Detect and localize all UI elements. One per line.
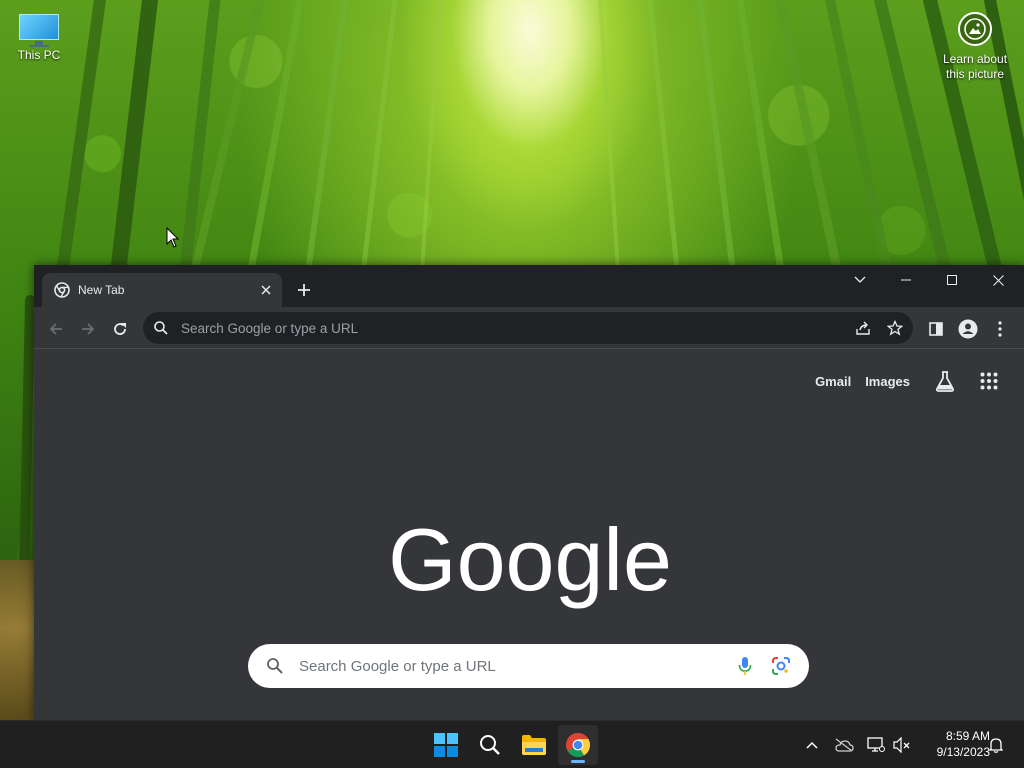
close-window-button[interactable] xyxy=(975,265,1021,295)
volume-tray-icon[interactable] xyxy=(890,733,914,757)
search-icon xyxy=(267,658,283,674)
chevron-down-icon xyxy=(854,276,866,283)
tab-close-icon[interactable] xyxy=(256,280,276,300)
network-icon xyxy=(867,737,885,752)
new-tab-button[interactable] xyxy=(292,278,316,302)
volume-muted-icon xyxy=(893,737,910,753)
side-panel-button[interactable] xyxy=(922,315,950,343)
back-button[interactable] xyxy=(42,315,70,343)
cloud-offline-icon xyxy=(835,738,854,752)
forward-button[interactable] xyxy=(74,315,102,343)
taskbar-clock[interactable]: 8:59 AM 9/13/2023 xyxy=(916,728,990,760)
search-icon xyxy=(480,735,500,755)
learn-about-picture-label: Learn about this picture xyxy=(942,52,1008,81)
spotlight-camera-icon xyxy=(958,12,992,46)
ntp-search-box[interactable]: Search Google or type a URL xyxy=(248,644,809,688)
taskbar-search-button[interactable] xyxy=(470,725,510,765)
arrow-right-icon xyxy=(82,323,95,335)
notifications-button[interactable] xyxy=(984,733,1008,757)
reload-button[interactable] xyxy=(106,315,134,343)
close-icon xyxy=(992,274,1004,286)
address-bar[interactable]: Search Google or type a URL xyxy=(143,312,913,344)
ntp-top-links: Gmail Images xyxy=(815,366,1024,396)
ntp-search-placeholder: Search Google or type a URL xyxy=(299,657,496,675)
onedrive-tray-icon[interactable] xyxy=(832,733,856,757)
kebab-menu-icon xyxy=(998,321,1002,337)
this-pc-icon xyxy=(17,12,61,47)
chrome-taskbar-button[interactable] xyxy=(558,725,598,765)
reload-icon xyxy=(114,323,126,335)
desktop-icon-this-pc[interactable]: This PC xyxy=(8,8,70,62)
share-icon[interactable] xyxy=(849,314,877,342)
profile-avatar-icon xyxy=(958,319,978,339)
tab-search-button[interactable] xyxy=(837,265,883,295)
google-lens-icon[interactable] xyxy=(767,652,795,680)
google-apps-icon[interactable] xyxy=(974,366,1004,396)
windows-start-icon xyxy=(434,733,458,757)
running-indicator xyxy=(571,760,585,763)
bookmark-star-icon[interactable] xyxy=(881,314,909,342)
gmail-link[interactable]: Gmail xyxy=(815,374,851,389)
search-labs-icon[interactable] xyxy=(930,366,960,396)
browser-toolbar: Search Google or type a URL xyxy=(34,307,1024,349)
folder-icon xyxy=(522,735,546,755)
search-icon xyxy=(154,321,168,335)
plus-icon xyxy=(298,284,310,296)
voice-search-mic-icon[interactable] xyxy=(731,652,759,680)
google-logo: Google xyxy=(390,510,670,609)
chrome-window: New Tab Search Google or type a URL Gmai… xyxy=(34,265,1024,720)
tab-title: New Tab xyxy=(78,283,125,297)
chrome-menu-button[interactable] xyxy=(986,315,1014,343)
clock-time: 8:59 AM xyxy=(945,729,990,743)
maximize-button[interactable] xyxy=(929,265,975,295)
maximize-icon xyxy=(947,275,957,285)
learn-about-picture[interactable]: Learn about this picture xyxy=(938,10,1012,82)
taskbar: 8:59 AM 9/13/2023 xyxy=(0,720,1024,768)
tab-new-tab[interactable]: New Tab xyxy=(42,273,282,307)
minimize-icon xyxy=(901,279,911,281)
chrome-favicon-icon xyxy=(54,282,70,298)
bell-icon xyxy=(989,738,1003,753)
profile-button[interactable] xyxy=(954,315,982,343)
mouse-cursor-icon xyxy=(166,227,180,248)
title-bar: New Tab xyxy=(34,265,1024,307)
side-panel-icon xyxy=(929,322,943,336)
new-tab-page: Gmail Images Google Search Google or typ… xyxy=(34,350,1024,720)
minimize-button[interactable] xyxy=(883,265,929,295)
desktop-icon-label: This PC xyxy=(17,48,61,62)
svg-text:Google: Google xyxy=(390,510,670,609)
images-link[interactable]: Images xyxy=(865,374,910,389)
network-tray-icon[interactable] xyxy=(864,733,888,757)
arrow-left-icon xyxy=(49,323,62,335)
show-hidden-icons-button[interactable] xyxy=(800,733,824,757)
start-button[interactable] xyxy=(426,725,466,765)
address-bar-placeholder: Search Google or type a URL xyxy=(181,320,359,336)
chrome-icon xyxy=(566,732,591,758)
clock-date: 9/13/2023 xyxy=(936,745,990,759)
file-explorer-button[interactable] xyxy=(514,725,554,765)
chevron-up-icon xyxy=(806,741,818,749)
